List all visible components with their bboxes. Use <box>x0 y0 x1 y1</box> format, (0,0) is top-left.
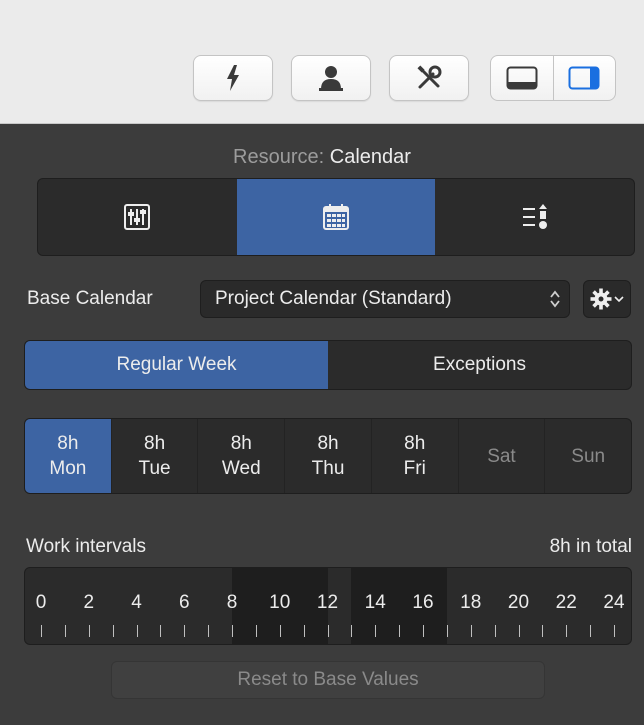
gear-icon <box>590 288 612 310</box>
toggle-bottom-panel-button[interactable] <box>491 56 553 100</box>
day-wed[interactable]: 8h Wed <box>197 419 284 493</box>
tools-icon <box>417 65 442 89</box>
tab-regular-week[interactable]: Regular Week <box>25 341 328 389</box>
hour-tick <box>590 625 591 637</box>
day-label: Mon <box>49 458 87 479</box>
inspector-tab-bar <box>37 178 635 256</box>
hour-label: 4 <box>131 592 142 613</box>
hour-tick <box>256 625 257 637</box>
day-label: Sun <box>571 445 606 467</box>
hour-tick <box>89 625 90 637</box>
day-hours: 8h <box>57 433 79 454</box>
hour-tick <box>304 625 305 637</box>
hour-tick <box>65 625 66 637</box>
hour-tick <box>137 625 138 637</box>
hour-label: 16 <box>412 592 434 613</box>
tab-exceptions[interactable]: Exceptions <box>328 341 631 389</box>
day-hours: 8h <box>144 433 166 454</box>
hour-label: 22 <box>555 592 577 613</box>
day-hours: 8h <box>230 433 252 454</box>
base-calendar-value: Project Calendar (Standard) <box>215 288 452 309</box>
day-fri[interactable]: 8h Fri <box>370 419 458 493</box>
hour-tick <box>614 625 615 637</box>
view-toggle-group <box>490 55 616 101</box>
inspector-title: Resource: Calendar <box>0 146 644 169</box>
tools-button[interactable] <box>389 55 469 101</box>
day-thu[interactable]: 8h Thu <box>284 419 371 493</box>
sliders-icon <box>124 204 151 230</box>
hour-label: 2 <box>83 592 95 613</box>
work-intervals-label: Work intervals <box>26 536 147 557</box>
day-label: Tue <box>138 458 171 479</box>
reset-to-base-values-button[interactable]: Reset to Base Values <box>111 661 545 699</box>
select-arrows-icon <box>541 289 569 309</box>
hour-tick <box>41 625 42 637</box>
day-mon[interactable]: 8h Mon <box>25 419 111 493</box>
window-toolbar <box>0 0 644 124</box>
day-tue[interactable]: 8h Tue <box>110 419 198 493</box>
weekday-selector: 8h Mon 8h Tue 8h Wed 8h Thu 8h Fri Sat Sun <box>24 418 632 494</box>
day-sat[interactable]: Sat <box>457 419 545 493</box>
day-label: Fri <box>403 458 426 479</box>
base-calendar-label: Base Calendar <box>27 288 153 309</box>
hour-tick <box>423 625 424 637</box>
base-calendar-select[interactable]: Project Calendar (Standard) <box>200 280 570 318</box>
hour-tick <box>208 625 209 637</box>
hour-tick <box>495 625 496 637</box>
quick-actions-button[interactable] <box>193 55 273 101</box>
hour-label: 14 <box>364 592 386 613</box>
hour-tick <box>328 625 329 637</box>
chevron-down-icon <box>614 296 624 303</box>
hour-tick <box>519 625 520 637</box>
work-intervals-timeline[interactable]: 0 2 4 6 8 10 12 14 16 18 20 22 24 <box>24 567 632 645</box>
inspector-panel: Resource: Calendar Base Calendar Project… <box>0 124 644 725</box>
hour-tick <box>351 625 352 637</box>
week-mode-segmented-control: Regular Week Exceptions <box>24 340 632 390</box>
hour-tick <box>375 625 376 637</box>
day-hours: 8h <box>404 433 426 454</box>
hour-tick <box>447 625 448 637</box>
day-sun[interactable]: Sun <box>544 419 631 493</box>
hour-tick <box>471 625 472 637</box>
list-priority-icon <box>522 204 547 229</box>
toggle-right-panel-button[interactable] <box>552 56 616 100</box>
day-hours: 8h <box>317 433 339 454</box>
hour-tick <box>280 625 281 637</box>
hour-label: 24 <box>603 592 625 613</box>
hour-tick <box>566 625 567 637</box>
tab-calendar[interactable] <box>236 179 436 255</box>
hour-label: 12 <box>316 592 339 613</box>
hour-label: 6 <box>178 592 190 613</box>
day-label: Sat <box>487 445 516 467</box>
work-intervals-total: 8h in total <box>549 536 632 557</box>
day-label: Wed <box>221 458 261 479</box>
person-icon <box>319 66 343 91</box>
hour-tick <box>399 625 400 637</box>
tab-priority-list[interactable] <box>435 179 634 255</box>
tab-settings[interactable] <box>38 179 237 255</box>
hour-tick <box>232 625 233 637</box>
hour-tick <box>160 625 161 637</box>
hour-tick <box>113 625 114 637</box>
hour-label: 0 <box>35 592 47 613</box>
hour-tick <box>184 625 185 637</box>
hour-label: 18 <box>460 592 482 613</box>
resource-button[interactable] <box>291 55 371 101</box>
inspector-title-value: Calendar <box>329 146 411 168</box>
day-label: Thu <box>311 458 345 479</box>
bottom-panel-icon <box>506 66 538 90</box>
inspector-title-key: Resource: <box>233 146 325 168</box>
calendar-actions-button[interactable] <box>583 280 631 318</box>
hour-tick <box>542 625 543 637</box>
hour-label: 10 <box>269 592 291 613</box>
lightning-icon <box>227 65 239 91</box>
hour-label: 8 <box>226 592 238 613</box>
calendar-icon <box>323 204 349 230</box>
right-panel-icon <box>568 66 600 90</box>
hour-label: 20 <box>507 592 530 613</box>
